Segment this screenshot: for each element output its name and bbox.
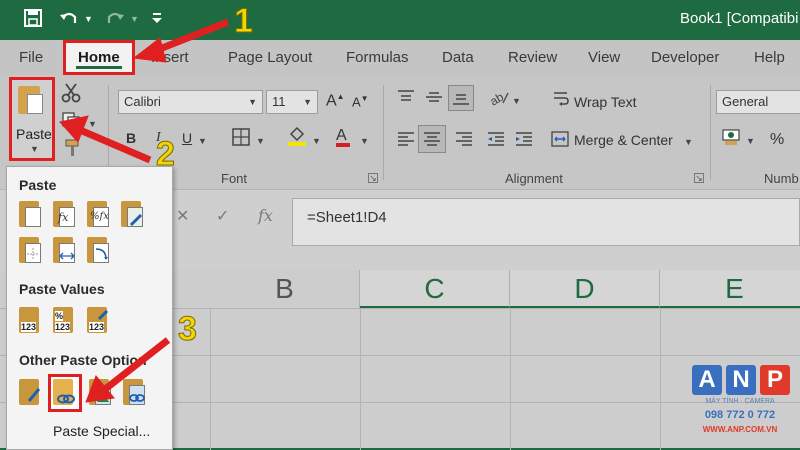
annotation-arrow-2 (59, 115, 152, 164)
annotation-arrow-3 (85, 337, 171, 403)
annotation-arrows (59, 18, 230, 403)
anp-watermark: A N P MÁY TÍNH · CAMERA 098 772 0 772 WW… (690, 365, 792, 440)
watermark-site: WWW.ANP.COM.VN (702, 425, 778, 434)
annotation-arrow-1 (132, 18, 230, 63)
watermark-letter-p: P (760, 365, 790, 395)
annotation-number-3: 3 (178, 310, 198, 349)
annotation-number-1: 1 (234, 2, 254, 41)
watermark-phone: 098 772 0 772 (704, 409, 776, 421)
watermark-tagline: MÁY TÍNH · CAMERA (705, 398, 775, 405)
watermark-letter-n: N (726, 365, 756, 395)
annotation-number-2: 2 (156, 135, 176, 174)
watermark-letter-a: A (692, 365, 722, 395)
